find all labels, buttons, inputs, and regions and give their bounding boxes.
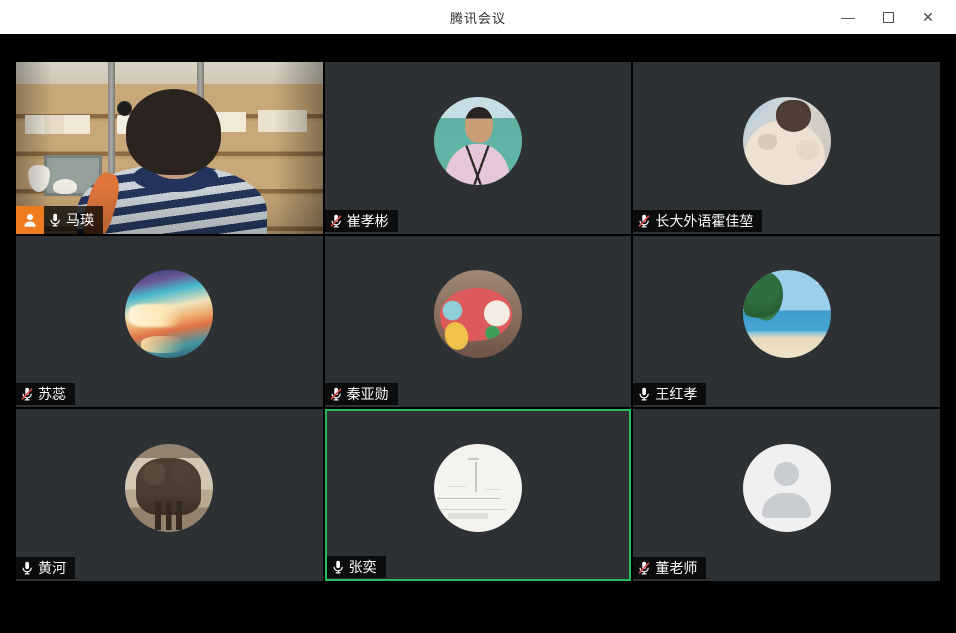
participant-tile[interactable]: 董老师 xyxy=(633,409,940,581)
close-button[interactable]: ✕ xyxy=(908,0,948,34)
participant-label: 长大外语霍佳堃 xyxy=(633,210,762,232)
participant-avatar xyxy=(743,97,831,185)
participant-name: 黄河 xyxy=(38,558,66,578)
mic-muted-icon xyxy=(328,212,344,230)
participant-avatar xyxy=(434,270,522,358)
participant-avatar xyxy=(434,97,522,185)
participant-name: 张奕 xyxy=(349,557,377,577)
participant-avatar xyxy=(125,444,213,532)
participant-name: 王红孝 xyxy=(655,384,697,404)
participant-name: 长大外语霍佳堃 xyxy=(655,211,753,231)
mic-muted-icon xyxy=(636,212,652,230)
participant-tile[interactable]: 黄河 xyxy=(16,409,323,581)
window-title: 腾讯会议 xyxy=(450,8,506,27)
participant-avatar xyxy=(743,444,831,532)
participant-label: 崔孝彬 xyxy=(325,210,398,232)
participant-tile[interactable]: 崔孝彬 xyxy=(325,62,632,234)
participant-label: 马瑛 xyxy=(16,206,103,234)
participant-name: 秦亚勋 xyxy=(347,384,389,404)
maximize-icon xyxy=(883,12,894,23)
minimize-button[interactable]: — xyxy=(828,0,868,34)
participant-label: 苏蕊 xyxy=(16,383,75,405)
participant-name: 马瑛 xyxy=(66,210,94,230)
mic-icon xyxy=(19,559,35,577)
participant-name: 董老师 xyxy=(655,558,697,578)
mic-icon xyxy=(47,211,63,229)
participant-tile[interactable]: 长大外语霍佳堃 xyxy=(633,62,940,234)
video-grid: 马瑛 崔孝彬 长大外语霍佳 xyxy=(16,62,940,581)
mic-muted-icon xyxy=(19,385,35,403)
mic-icon xyxy=(330,558,346,576)
participant-tile[interactable]: 王红孝 xyxy=(633,236,940,408)
participant-label: 张奕 xyxy=(327,556,386,578)
participant-avatar xyxy=(743,270,831,358)
participant-name: 苏蕊 xyxy=(38,384,66,404)
host-badge-icon xyxy=(16,206,44,234)
participant-tile[interactable]: 苏蕊 xyxy=(16,236,323,408)
titlebar: 腾讯会议 — ✕ xyxy=(0,0,956,34)
participant-tile[interactable]: 张奕 xyxy=(325,409,632,581)
mic-icon xyxy=(636,385,652,403)
participant-label: 秦亚勋 xyxy=(325,383,398,405)
participant-label: 王红孝 xyxy=(633,383,706,405)
participant-name: 崔孝彬 xyxy=(347,211,389,231)
participant-label: 董老师 xyxy=(633,557,706,579)
maximize-button[interactable] xyxy=(868,0,908,34)
participant-tile[interactable]: 秦亚勋 xyxy=(325,236,632,408)
mic-muted-icon xyxy=(328,385,344,403)
mic-muted-icon xyxy=(636,559,652,577)
participant-label: 黄河 xyxy=(16,557,75,579)
window-controls: — ✕ xyxy=(828,0,948,34)
participant-tile[interactable]: 马瑛 xyxy=(16,62,323,234)
participant-avatar xyxy=(125,270,213,358)
participant-avatar xyxy=(434,444,522,532)
